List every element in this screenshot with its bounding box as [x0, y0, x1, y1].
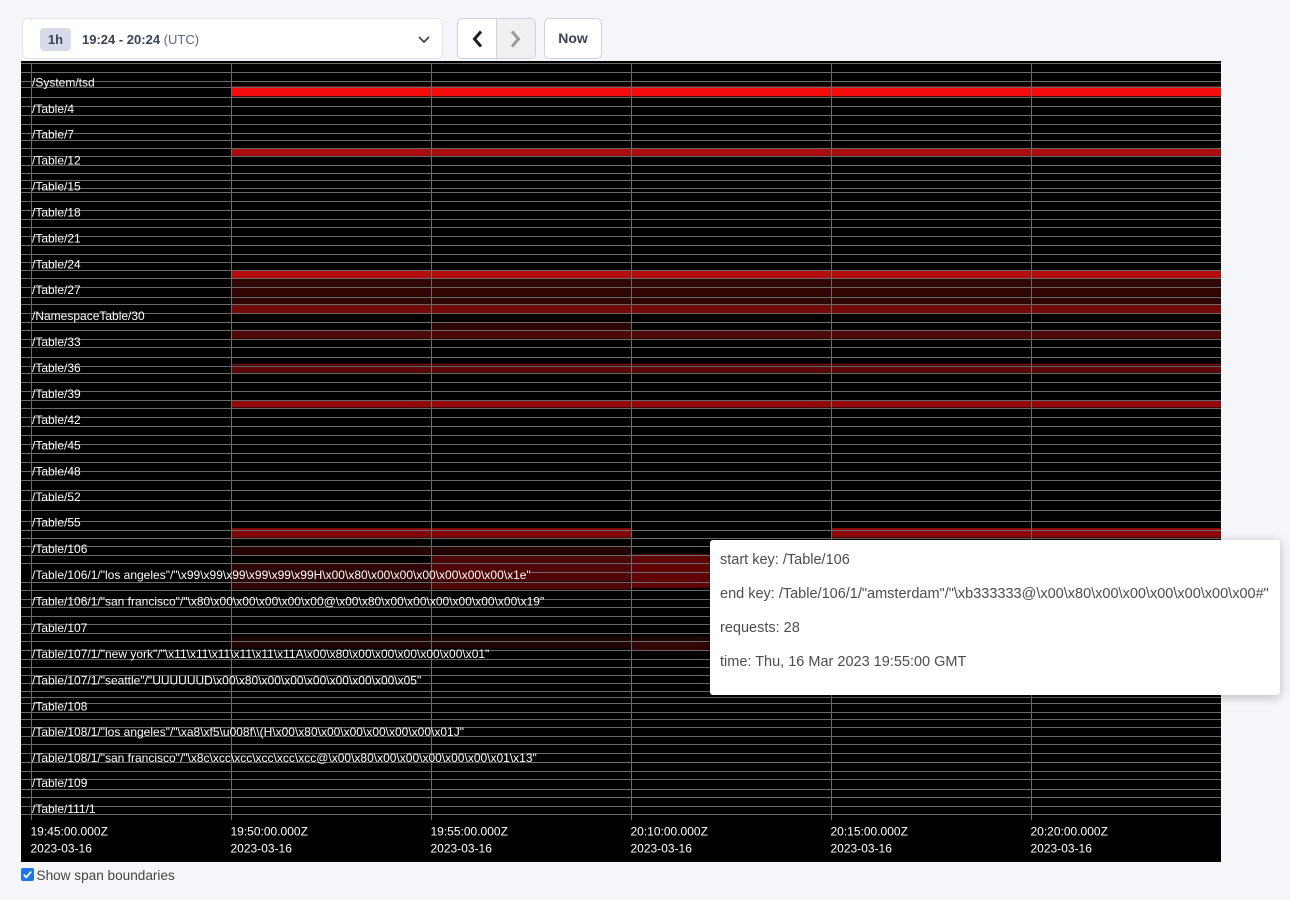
svg-text:/System/tsd: /System/tsd — [32, 76, 95, 90]
svg-text:/Table/15: /Table/15 — [32, 180, 81, 194]
svg-text:/NamespaceTable/30: /NamespaceTable/30 — [32, 309, 145, 323]
svg-text:/Table/108: /Table/108 — [32, 700, 88, 714]
svg-text:19:45:00.000Z: 19:45:00.000Z — [31, 824, 108, 838]
svg-text:/Table/7: /Table/7 — [32, 128, 74, 142]
svg-text:2023-03-16: 2023-03-16 — [631, 841, 693, 855]
svg-text:/Table/12: /Table/12 — [32, 154, 81, 168]
svg-text:2023-03-16: 2023-03-16 — [431, 841, 493, 855]
svg-text:/Table/36: /Table/36 — [32, 361, 81, 375]
svg-text:/Table/106/1/"los angeles"/"\x: /Table/106/1/"los angeles"/"\x99\x99\x99… — [32, 568, 531, 582]
svg-text:2023-03-16: 2023-03-16 — [31, 841, 93, 855]
svg-text:/Table/4: /Table/4 — [32, 102, 74, 116]
svg-text:/Table/24: /Table/24 — [32, 257, 81, 271]
svg-text:19:55:00.000Z: 19:55:00.000Z — [431, 824, 508, 838]
svg-text:19:50:00.000Z: 19:50:00.000Z — [231, 824, 308, 838]
svg-text:/Table/52: /Table/52 — [32, 490, 81, 504]
svg-text:2023-03-16: 2023-03-16 — [231, 841, 293, 855]
svg-text:/Table/106/1/"san francisco"/": /Table/106/1/"san francisco"/"\x80\x00\x… — [32, 595, 544, 609]
svg-text:/Table/18: /Table/18 — [32, 206, 81, 220]
svg-text:/Table/107/1/"seattle"/"UUUUUU: /Table/107/1/"seattle"/"UUUUUUD\x00\x80\… — [32, 673, 421, 687]
svg-text:2023-03-16: 2023-03-16 — [831, 841, 893, 855]
svg-text:/Table/55: /Table/55 — [32, 515, 81, 529]
svg-text:/Table/27: /Table/27 — [32, 283, 81, 297]
svg-text:/Table/107/1/"new york"/"\x11\: /Table/107/1/"new york"/"\x11\x11\x11\x1… — [32, 647, 489, 661]
svg-text:/Table/42: /Table/42 — [32, 413, 81, 427]
svg-text:/Table/21: /Table/21 — [32, 231, 81, 245]
svg-text:/Table/108/1/"san francisco"/": /Table/108/1/"san francisco"/"\x8c\xcc\x… — [32, 751, 537, 765]
svg-text:/Table/107: /Table/107 — [32, 621, 88, 635]
svg-text:20:20:00.000Z: 20:20:00.000Z — [1031, 824, 1108, 838]
svg-text:20:15:00.000Z: 20:15:00.000Z — [831, 824, 908, 838]
svg-text:/Table/109: /Table/109 — [32, 776, 88, 790]
svg-text:/Table/108/1/"los angeles"/"\x: /Table/108/1/"los angeles"/"\xa8\xf5\u00… — [32, 725, 464, 739]
svg-text:/Table/106: /Table/106 — [32, 542, 88, 556]
svg-text:/Table/33: /Table/33 — [32, 335, 81, 349]
svg-text:/Table/39: /Table/39 — [32, 387, 81, 401]
svg-text:20:10:00.000Z: 20:10:00.000Z — [631, 824, 708, 838]
svg-text:/Table/45: /Table/45 — [32, 439, 81, 453]
svg-text:/Table/48: /Table/48 — [32, 465, 81, 479]
svg-text:2023-03-16: 2023-03-16 — [1031, 841, 1093, 855]
svg-text:/Table/111/1: /Table/111/1 — [32, 802, 96, 816]
